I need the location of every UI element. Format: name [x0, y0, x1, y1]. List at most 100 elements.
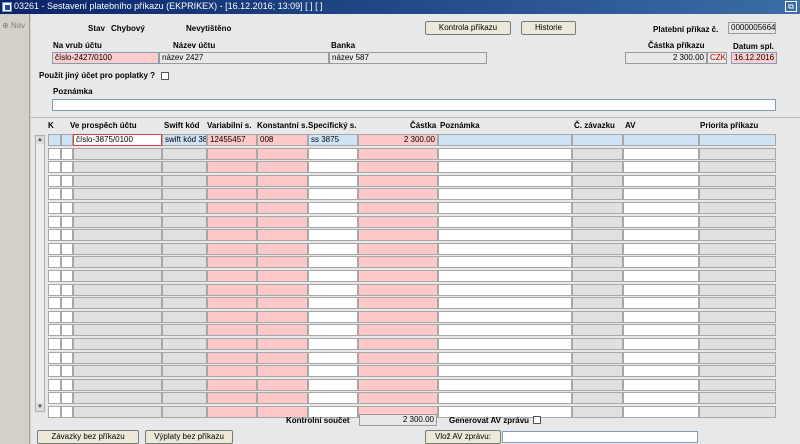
k2-cell[interactable]	[61, 352, 73, 364]
swift-cell[interactable]	[162, 311, 207, 323]
ucet-cell[interactable]	[73, 188, 162, 200]
variabilni-cell[interactable]	[207, 161, 257, 173]
ucet-cell[interactable]	[73, 148, 162, 160]
zavazek-cell[interactable]	[572, 175, 623, 187]
av-cell[interactable]	[623, 188, 699, 200]
ucet-cell[interactable]	[73, 256, 162, 268]
variabilni-cell[interactable]	[207, 216, 257, 228]
castka-cell[interactable]	[358, 365, 438, 377]
poznamka-cell[interactable]	[438, 229, 572, 241]
priorita-cell[interactable]	[699, 311, 776, 323]
k2-cell[interactable]	[61, 188, 73, 200]
poznamka-cell[interactable]	[438, 202, 572, 214]
av-cell[interactable]	[623, 338, 699, 350]
castka-cell[interactable]: 2 300.00	[358, 134, 438, 146]
variabilni-cell[interactable]	[207, 406, 257, 418]
priorita-cell[interactable]	[699, 297, 776, 309]
priorita-cell[interactable]	[699, 161, 776, 173]
konstantni-cell[interactable]	[257, 297, 308, 309]
av-cell[interactable]	[623, 379, 699, 391]
av-cell[interactable]	[623, 352, 699, 364]
poznamka-cell[interactable]	[438, 311, 572, 323]
poznamka-cell[interactable]	[438, 148, 572, 160]
av-cell[interactable]	[623, 392, 699, 404]
k-check-cell[interactable]	[48, 202, 61, 214]
variabilni-cell[interactable]	[207, 270, 257, 282]
variabilni-cell[interactable]: 12455457	[207, 134, 257, 146]
specificky-cell[interactable]	[308, 352, 358, 364]
av-cell[interactable]	[623, 311, 699, 323]
k2-cell[interactable]	[61, 338, 73, 350]
konstantni-cell[interactable]	[257, 392, 308, 404]
k-check-cell[interactable]	[48, 338, 61, 350]
swift-cell[interactable]	[162, 161, 207, 173]
specificky-cell[interactable]	[308, 243, 358, 255]
swift-cell[interactable]	[162, 365, 207, 377]
konstantni-cell[interactable]	[257, 256, 308, 268]
av-cell[interactable]	[623, 148, 699, 160]
swift-cell[interactable]	[162, 379, 207, 391]
specificky-cell[interactable]	[308, 229, 358, 241]
av-cell[interactable]	[623, 134, 699, 146]
zavazek-cell[interactable]	[572, 202, 623, 214]
priorita-cell[interactable]	[699, 406, 776, 418]
zavazek-cell[interactable]	[572, 365, 623, 377]
castka-cell[interactable]	[358, 324, 438, 336]
specificky-cell[interactable]	[308, 365, 358, 377]
swift-cell[interactable]	[162, 324, 207, 336]
ucet-cell[interactable]	[73, 311, 162, 323]
zavazek-cell[interactable]	[572, 148, 623, 160]
konstantni-cell[interactable]	[257, 379, 308, 391]
k2-cell[interactable]	[61, 379, 73, 391]
castka-cell[interactable]	[358, 175, 438, 187]
zavazek-cell[interactable]	[572, 297, 623, 309]
k2-cell[interactable]	[61, 161, 73, 173]
variabilni-cell[interactable]	[207, 392, 257, 404]
zavazek-cell[interactable]	[572, 188, 623, 200]
swift-cell[interactable]	[162, 148, 207, 160]
k2-cell[interactable]	[61, 243, 73, 255]
specificky-cell[interactable]	[308, 202, 358, 214]
konstantni-cell[interactable]	[257, 148, 308, 160]
konstantni-cell[interactable]	[257, 243, 308, 255]
k2-cell[interactable]	[61, 229, 73, 241]
av-cell[interactable]	[623, 406, 699, 418]
k2-cell[interactable]	[61, 256, 73, 268]
zavazek-cell[interactable]	[572, 161, 623, 173]
ucet-cell[interactable]	[73, 365, 162, 377]
poznamka-cell[interactable]	[438, 243, 572, 255]
av-cell[interactable]	[623, 243, 699, 255]
variabilni-cell[interactable]	[207, 229, 257, 241]
variabilni-cell[interactable]	[207, 352, 257, 364]
ucet-cell[interactable]	[73, 352, 162, 364]
zavazek-cell[interactable]	[572, 379, 623, 391]
zavazek-cell[interactable]	[572, 243, 623, 255]
poznamka-cell[interactable]	[438, 365, 572, 377]
variabilni-cell[interactable]	[207, 202, 257, 214]
swift-cell[interactable]	[162, 270, 207, 282]
ucet-cell[interactable]	[73, 338, 162, 350]
konstantni-cell[interactable]	[257, 311, 308, 323]
variabilni-cell[interactable]	[207, 188, 257, 200]
ucet-cell[interactable]	[73, 270, 162, 282]
k-check-cell[interactable]	[48, 188, 61, 200]
priorita-cell[interactable]	[699, 324, 776, 336]
castka-cell[interactable]	[358, 392, 438, 404]
av-cell[interactable]	[623, 365, 699, 377]
castka-cell[interactable]	[358, 311, 438, 323]
castka-cell[interactable]	[358, 188, 438, 200]
ucet-cell[interactable]: číslo-3875/0100	[73, 134, 162, 146]
poznamka-cell[interactable]	[438, 161, 572, 173]
specificky-cell[interactable]	[308, 297, 358, 309]
zavazek-cell[interactable]	[572, 392, 623, 404]
poznamka-cell[interactable]	[438, 188, 572, 200]
priorita-cell[interactable]	[699, 392, 776, 404]
variabilni-cell[interactable]	[207, 324, 257, 336]
ucet-cell[interactable]	[73, 392, 162, 404]
specificky-cell[interactable]	[308, 216, 358, 228]
priorita-cell[interactable]	[699, 338, 776, 350]
specificky-cell[interactable]	[308, 284, 358, 296]
zavazek-cell[interactable]	[572, 311, 623, 323]
castka-cell[interactable]	[358, 270, 438, 282]
konstantni-cell[interactable]	[257, 188, 308, 200]
